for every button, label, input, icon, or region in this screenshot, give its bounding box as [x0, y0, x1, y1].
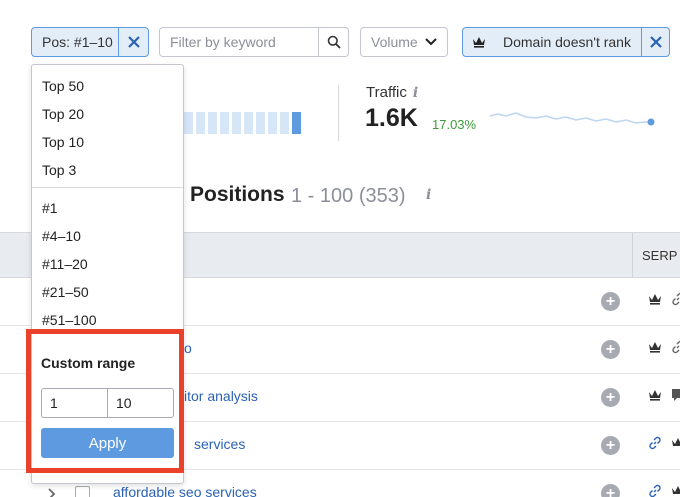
- column-divider: [632, 233, 633, 277]
- menu-item-top-10[interactable]: Top 10: [42, 134, 84, 150]
- custom-range-title: Custom range: [41, 355, 136, 371]
- add-icon[interactable]: +: [601, 340, 620, 359]
- link-icon: [648, 436, 662, 455]
- info-icon[interactable]: i: [426, 187, 431, 203]
- crown-icon: [463, 36, 495, 48]
- volume-label: Volume: [371, 34, 418, 50]
- serp-features-header[interactable]: SERP F: [642, 248, 680, 263]
- close-icon[interactable]: [641, 28, 669, 56]
- review-icon: [671, 388, 680, 407]
- menu-item-pos-4-10[interactable]: #4–10: [42, 228, 81, 244]
- positions-range: 1 - 100 (353): [291, 185, 406, 207]
- apply-button[interactable]: Apply: [41, 428, 174, 458]
- info-icon[interactable]: i: [413, 85, 418, 101]
- bar: [220, 112, 229, 134]
- menu-item-top-20[interactable]: Top 20: [42, 106, 84, 122]
- crown-icon: [671, 436, 680, 454]
- menu-item-pos-1[interactable]: #1: [42, 200, 58, 216]
- traffic-change: 17.03%: [432, 117, 477, 132]
- bar: [208, 112, 217, 134]
- link-icon: [671, 292, 680, 311]
- bar: [280, 112, 289, 134]
- metrics-divider: [338, 85, 339, 141]
- chevron-right-icon[interactable]: [48, 487, 56, 497]
- position-filter-label[interactable]: Pos: #1–10: [32, 34, 118, 50]
- menu-item-top-3[interactable]: Top 3: [42, 162, 76, 178]
- bar: [196, 112, 205, 134]
- add-icon[interactable]: +: [601, 388, 620, 407]
- keyword-link[interactable]: services: [194, 436, 245, 452]
- crown-icon: [648, 340, 662, 358]
- add-icon[interactable]: +: [601, 484, 620, 497]
- row-checkbox[interactable]: [75, 486, 90, 497]
- bar: [184, 112, 193, 134]
- crown-icon: [671, 484, 680, 497]
- position-filter-chip[interactable]: Pos: #1–10: [31, 27, 149, 57]
- add-icon[interactable]: +: [601, 436, 620, 455]
- search-button[interactable]: [318, 28, 348, 56]
- menu-item-top-50[interactable]: Top 50: [42, 78, 84, 94]
- volume-dropdown[interactable]: Volume: [360, 27, 448, 57]
- positions-title: Positions: [190, 183, 285, 206]
- menu-item-pos-21-50[interactable]: #21–50: [42, 284, 89, 300]
- link-icon: [648, 484, 662, 497]
- crown-icon: [648, 292, 662, 310]
- add-icon[interactable]: +: [601, 292, 620, 311]
- menu-divider: [32, 187, 183, 188]
- domain-chip-label: Domain doesn't rank: [503, 34, 631, 50]
- bar: [232, 112, 241, 134]
- chevron-down-icon: [425, 38, 437, 46]
- keywords-bar-chart: [184, 112, 301, 134]
- range-from-input[interactable]: [41, 388, 108, 418]
- link-icon: [671, 340, 680, 359]
- keyword-link[interactable]: o: [184, 340, 192, 356]
- keyword-link[interactable]: itor analysis: [184, 388, 258, 404]
- menu-item-pos-11-20[interactable]: #11–20: [42, 256, 88, 272]
- search-icon: [327, 35, 341, 49]
- traffic-label-text: Traffic: [366, 84, 407, 101]
- bar: [268, 112, 277, 134]
- bar: [244, 112, 253, 134]
- crown-icon: [648, 388, 662, 406]
- domain-doesnt-rank-chip[interactable]: Domain doesn't rank: [462, 27, 670, 57]
- traffic-sparkline: [489, 112, 655, 126]
- menu-item-pos-51-100[interactable]: #51–100: [42, 312, 97, 328]
- close-icon[interactable]: [118, 28, 148, 56]
- range-to-input[interactable]: [107, 388, 174, 418]
- keyword-filter[interactable]: [159, 27, 349, 57]
- bar-selected: [292, 112, 301, 134]
- keyword-filter-input[interactable]: [160, 34, 318, 50]
- traffic-label: Traffic i: [366, 84, 418, 101]
- traffic-value: 1.6K: [365, 104, 418, 132]
- keyword-link[interactable]: affordable seo services: [113, 484, 257, 497]
- bar: [256, 112, 265, 134]
